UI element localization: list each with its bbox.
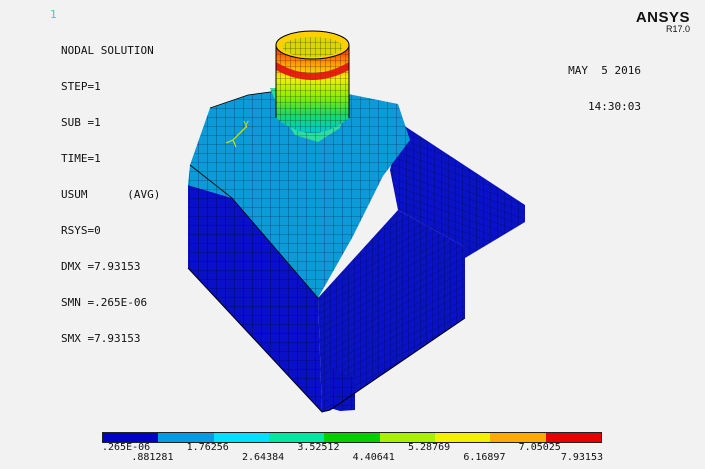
cylinder-nozzle (275, 30, 350, 133)
legend-swatch (268, 433, 325, 442)
legend-swatch (158, 433, 214, 442)
legend-swatch (545, 433, 601, 442)
legend-swatch (490, 433, 546, 442)
legend-label: 7.05025 (518, 442, 561, 453)
legend-swatch (434, 433, 491, 442)
legend-label: 4.40641 (352, 452, 395, 463)
legend-label: 5.28769 (408, 442, 451, 453)
fea-model-viewport[interactable]: Y (0, 0, 705, 469)
legend-swatch (103, 433, 159, 442)
legend-label: 2.64384 (242, 452, 285, 463)
legend-label: 6.16897 (463, 452, 506, 463)
triad-y-label: Y (243, 120, 249, 131)
legend-label: 7.93153 (560, 452, 603, 463)
legend-labels: .265E-06.881281 1.76256 2.64384 3.52512 4.40… (0, 442, 705, 468)
legend-label: .881281 (131, 452, 174, 463)
legend-swatch (213, 433, 269, 442)
legend-swatch (379, 433, 435, 442)
legend-swatch (324, 433, 380, 442)
legend-label: 3.52512 (297, 442, 340, 453)
legend-label: 1.76256 (186, 442, 229, 453)
